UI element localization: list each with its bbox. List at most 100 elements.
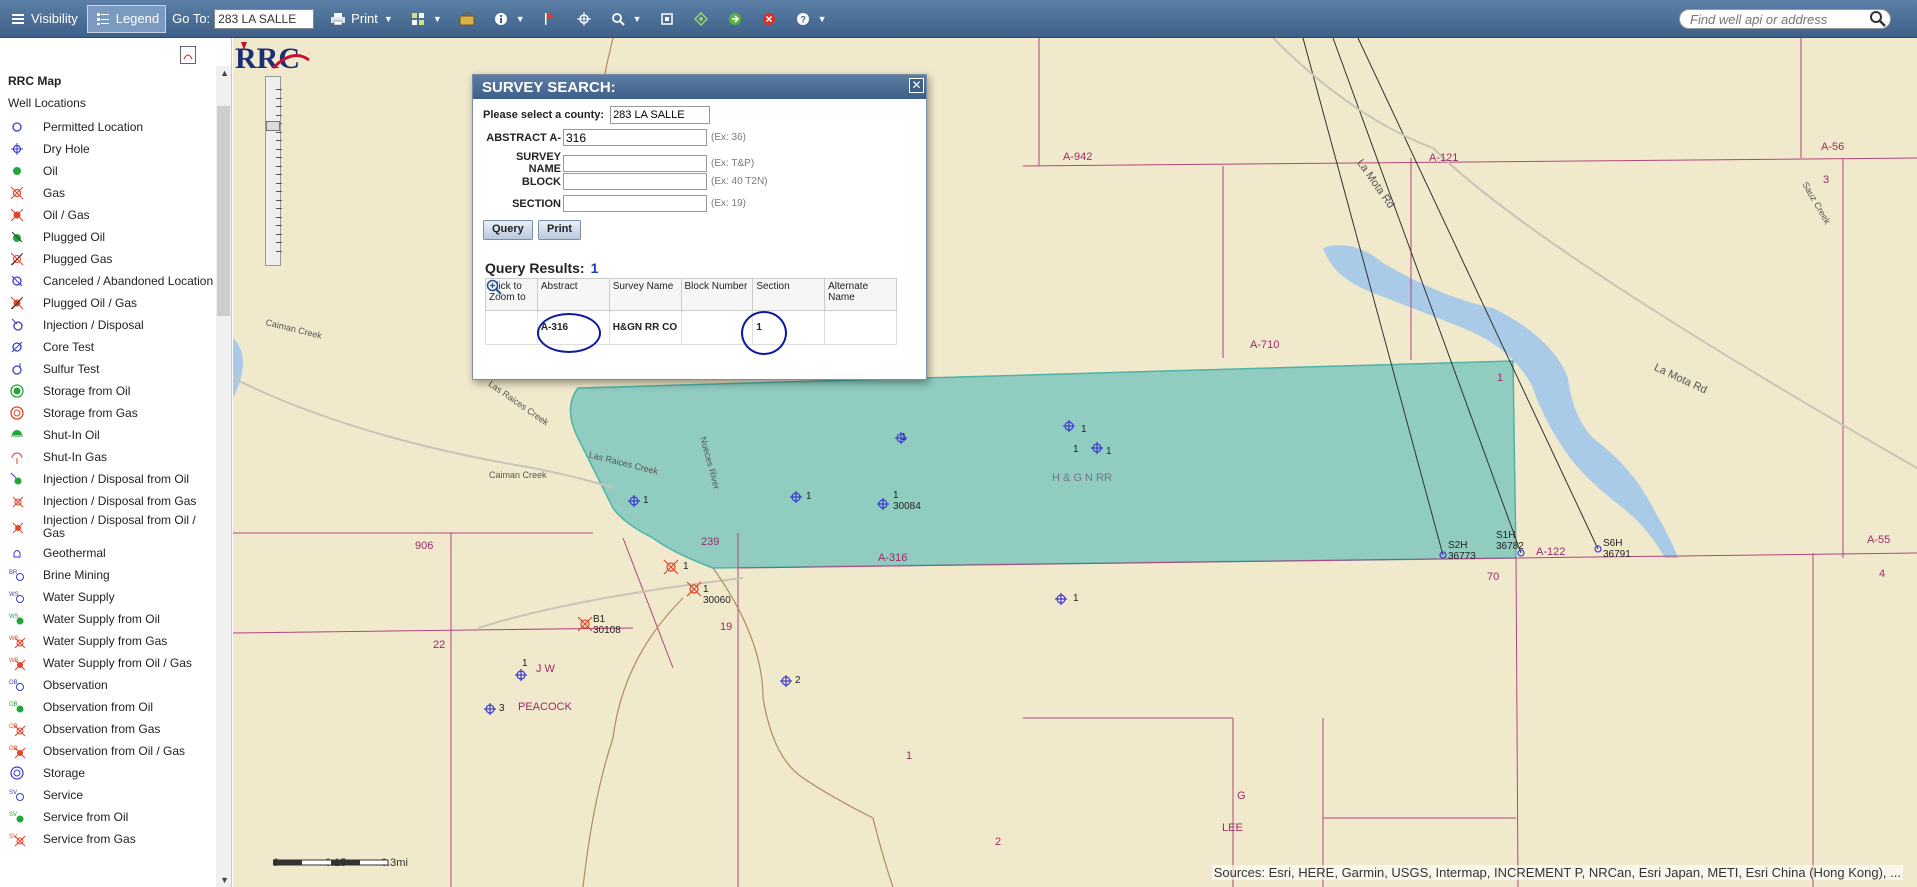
pdf-icon[interactable] <box>180 46 196 64</box>
chevron-down-icon: ▼ <box>632 13 642 24</box>
water-supply-icon: WS <box>6 589 28 605</box>
section-input[interactable] <box>563 195 707 212</box>
legend-item-label: Water Supply <box>43 589 115 604</box>
injection-disposal-icon <box>6 317 28 333</box>
crosshair-button[interactable] <box>568 5 600 33</box>
basemap-button[interactable]: ▼ <box>402 5 449 33</box>
visibility-label: Visibility <box>31 11 78 26</box>
svg-text:OB: OB <box>9 680 18 686</box>
legend-item: Plugged Oil / Gas <box>6 292 216 314</box>
column-header: Survey Name <box>608 278 682 311</box>
zoom-track[interactable] <box>265 76 282 266</box>
zoom-tick <box>276 114 282 116</box>
county-select[interactable] <box>610 106 711 124</box>
gas-icon <box>6 185 28 201</box>
map-view[interactable]: A-942 A-121 A-56 3 A-710 1 A-316 A-122 A… <box>233 38 1917 887</box>
legend-item-label: Canceled / Abandoned Location <box>43 273 214 288</box>
legend-scrollbar[interactable]: ▲ ▼ <box>216 66 231 887</box>
chevron-down-icon: ▼ <box>515 13 525 24</box>
find-well-input[interactable] <box>1679 9 1891 29</box>
survey-name-input[interactable] <box>563 154 707 172</box>
query-button[interactable]: Query <box>483 220 533 240</box>
zoom-to-cell[interactable] <box>485 279 538 345</box>
service-icon: SV <box>6 787 28 803</box>
legend-item-label: Water Supply from Oil <box>43 611 160 626</box>
legend-item: Oil <box>6 160 216 182</box>
zoom-tick <box>276 250 282 252</box>
dry-hole-icon <box>877 498 889 510</box>
canceled-location-icon <box>6 273 28 289</box>
locate-button[interactable] <box>685 5 717 33</box>
legend-item: Shut-In Gas <box>6 446 216 468</box>
svg-text:?: ? <box>800 14 806 24</box>
legend-title: RRC Map <box>8 74 62 88</box>
layers-icon <box>9 10 27 28</box>
query-results-heading: Query Results: 1 <box>485 260 598 276</box>
scroll-down-icon[interactable]: ▼ <box>220 875 229 885</box>
search-icon[interactable] <box>1869 10 1887 28</box>
info-button[interactable]: ▼ <box>485 5 532 33</box>
water-supply-oil-gas-icon: WS <box>6 655 28 671</box>
help-button[interactable]: ? ▼ <box>787 5 834 33</box>
legend-item-label: Geothermal <box>43 545 106 560</box>
legend-label: Legend <box>115 11 160 26</box>
column-header: Section <box>752 278 826 311</box>
legend-item: Injection / Disposal from Oil / Gas <box>6 512 216 542</box>
abstract-input[interactable] <box>563 129 707 146</box>
legend-item-label: Dry Hole <box>43 141 90 156</box>
survey-name-example: (Ex: T&P) <box>711 157 755 169</box>
visibility-button[interactable]: Visibility <box>2 5 85 33</box>
water-supply-oil-icon: WS <box>6 611 28 627</box>
print-button[interactable]: Print ▼ <box>322 5 400 33</box>
legend-item: Geothermal <box>6 542 216 564</box>
gas-well-icon <box>686 581 702 597</box>
print-results-button[interactable]: Print <box>538 220 582 240</box>
query-results-label: Query Results: <box>485 260 585 276</box>
chevron-down-icon: ▼ <box>432 13 442 24</box>
zoom-tick <box>276 199 282 201</box>
goto-input[interactable] <box>214 8 315 29</box>
legend-item: WS Water Supply from Oil / Gas <box>6 652 216 674</box>
zoom-tick <box>276 225 282 226</box>
printer-icon <box>329 10 347 28</box>
legend-button[interactable]: Legend <box>86 4 167 33</box>
geothermal-icon <box>6 545 28 561</box>
flag-button[interactable] <box>534 5 566 33</box>
legend-item: Oil / Gas <box>6 204 216 226</box>
dry-hole-icon <box>1091 442 1103 454</box>
legend-item: Storage from Gas <box>6 402 216 424</box>
svg-text:SV: SV <box>9 812 17 818</box>
legend-panel: RRC Map Well Locations Permitted Locatio… <box>0 38 232 887</box>
tools-button[interactable] <box>451 5 483 33</box>
zoom-slider[interactable] <box>265 76 282 268</box>
county-label: Please select a county: <box>483 109 605 121</box>
legend-item-label: Shut-In Gas <box>43 449 108 464</box>
legend-item-label: Injection / Disposal <box>43 317 144 332</box>
block-input[interactable] <box>563 173 707 190</box>
observation-icon: OB <box>6 677 28 693</box>
permitted-location-icon <box>6 119 28 135</box>
legend-item: Storage <box>6 762 216 784</box>
legend-item: Canceled / Abandoned Location <box>6 270 216 292</box>
dry-hole-icon <box>1063 420 1075 432</box>
clear-button[interactable] <box>753 5 785 33</box>
close-icon[interactable]: ✕ <box>909 78 924 93</box>
zoom-in-icon[interactable] <box>486 279 502 295</box>
svg-text:WS: WS <box>9 658 19 664</box>
survey-name-row: SURVEY NAME (Ex: T&P) <box>483 151 754 175</box>
zoom-tick <box>276 157 282 158</box>
zoom-tool-button[interactable]: ▼ <box>602 5 649 33</box>
legend-item-label: Service from Oil <box>43 809 129 824</box>
full-extent-button[interactable] <box>651 5 683 33</box>
go-button[interactable] <box>719 5 751 33</box>
zoom-tick <box>276 233 282 235</box>
storage-icon <box>6 765 28 781</box>
zoom-tick <box>276 106 282 107</box>
legend-scroll-thumb[interactable] <box>217 106 230 316</box>
arrow-circle-icon <box>726 10 744 28</box>
scroll-up-icon[interactable]: ▲ <box>220 68 229 78</box>
water-supply-gas-icon: WS <box>6 633 28 649</box>
legend-subtitle: Well Locations <box>8 96 86 110</box>
legend-item: OB Observation from Oil / Gas <box>6 740 216 762</box>
zoom-thumb[interactable] <box>266 121 280 131</box>
